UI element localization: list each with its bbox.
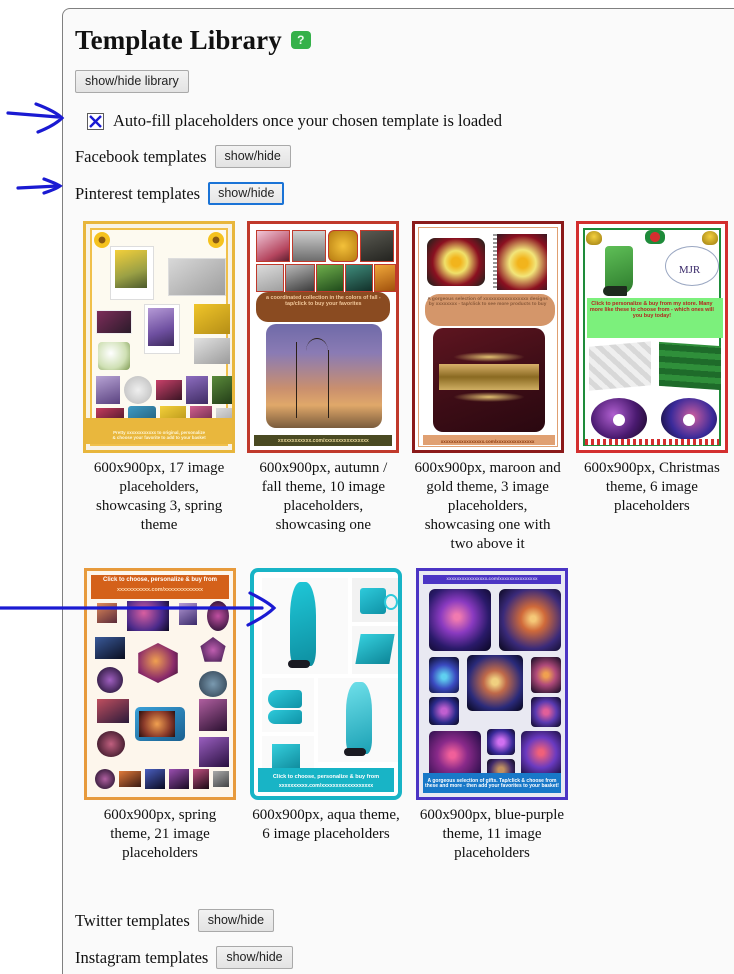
library-toggle-row: show/hide library xyxy=(75,70,734,93)
template-banner-text-autumn-10: a coordinated collection in the colors o… xyxy=(266,295,381,308)
template-url-strip-maroon-3: xxxxxxxxxxxxxxxxx.com/xxxxxxxxxxxxxxx xyxy=(440,438,535,444)
template-banner-subtext-spring-21: xxxxxxxxxxx.com/xxxxxxxxxxxxx xyxy=(116,587,204,593)
instagram-templates-row: Instagram templates show/hide xyxy=(75,946,734,969)
arrow-to-pinterest-button xyxy=(16,177,63,195)
facebook-templates-label: Facebook templates xyxy=(75,146,207,166)
template-thumbnail-maroon-3[interactable]: A gorgeous selection of xxxxxxxxxxxxxxxx… xyxy=(411,221,564,453)
template-thumbnail-spring-17[interactable]: Pretty xxxxxxxxxxxx to original, persona… xyxy=(83,221,236,453)
twitter-show-hide-button[interactable]: show/hide xyxy=(197,909,275,932)
page-header: Template Library ? xyxy=(75,27,734,54)
template-caption-christmas-6: 600x900px, Christmas theme, 6 image plac… xyxy=(583,460,720,514)
arrow-to-autofill-checkbox xyxy=(6,102,65,134)
help-icon[interactable]: ? xyxy=(290,31,311,49)
template-card-blue-purple-11[interactable]: xxxxxxxxxxxxxxxx.com/xxxxxxxxxxxxxxx A g… xyxy=(409,568,575,863)
template-card-aqua-6[interactable]: Click to choose, personalize & buy from … xyxy=(243,568,409,863)
template-caption-blue-purple-11: 600x900px, blue-purple theme, 11 image p… xyxy=(419,807,565,861)
pinterest-show-hide-button[interactable]: show/hide xyxy=(208,182,285,205)
template-banner-text-spring-17: Pretty xxxxxxxxxxxx to original, persona… xyxy=(112,430,206,441)
template-grid-row-1: Pretty xxxxxxxxxxxx to original, persona… xyxy=(77,221,734,554)
instagram-templates-label: Instagram templates xyxy=(75,947,209,967)
template-thumbnail-christmas-6[interactable]: MJR Click to personalize & buy from my s… xyxy=(575,221,728,453)
twitter-templates-label: Twitter templates xyxy=(75,910,190,930)
autofill-row: Auto-fill placeholders once your chosen … xyxy=(87,111,734,131)
template-thumbnail-autumn-10[interactable]: a coordinated collection in the colors o… xyxy=(247,221,400,453)
template-banner-subtext-aqua-6: xxxxxxxxxx.com/xxxxxxxxxxxxxxxxxx xyxy=(278,783,374,790)
template-url-strip-autumn-10: xxxxxxxxxxxx.com/xxxxxxxxxxxxxxxx xyxy=(277,437,369,444)
template-card-christmas-6[interactable]: MJR Click to personalize & buy from my s… xyxy=(570,221,734,554)
autofill-checkbox[interactable] xyxy=(87,112,104,130)
show-hide-library-button[interactable]: show/hide library xyxy=(75,70,189,93)
template-caption-spring-21: 600x900px, spring theme, 21 image placeh… xyxy=(103,807,217,861)
template-caption-aqua-6: 600x900px, aqua theme, 6 image placehold… xyxy=(252,807,400,842)
template-banner-text-maroon-3: A gorgeous selection of xxxxxxxxxxxxxxxx… xyxy=(427,297,548,308)
facebook-templates-row: Facebook templates show/hide xyxy=(75,145,734,168)
template-card-spring-21[interactable]: Click to choose, personalize & buy from … xyxy=(77,568,243,863)
instagram-show-hide-button[interactable]: show/hide xyxy=(216,946,293,969)
template-thumbnail-blue-purple-11[interactable]: xxxxxxxxxxxxxxxx.com/xxxxxxxxxxxxxxx A g… xyxy=(416,568,568,800)
template-card-spring-17[interactable]: Pretty xxxxxxxxxxxx to original, persona… xyxy=(77,221,241,554)
template-banner-text-christmas-6: Click to personalize & buy from my store… xyxy=(589,301,714,320)
page-title: Template Library xyxy=(75,25,282,55)
template-banner-text-spring-21: Click to choose, personalize & buy from xyxy=(102,577,218,583)
template-caption-autumn-10: 600x900px, autumn / fall theme, 10 image… xyxy=(259,460,388,533)
template-card-autumn-10[interactable]: a coordinated collection in the colors o… xyxy=(241,221,405,554)
template-thumbnail-aqua-6[interactable]: Click to choose, personalize & buy from … xyxy=(250,568,402,800)
template-library-panel: Template Library ? show/hide library Aut… xyxy=(62,8,734,974)
bottom-network-rows: Twitter templates show/hide Instagram te… xyxy=(73,909,734,969)
template-card-maroon-3[interactable]: A gorgeous selection of xxxxxxxxxxxxxxxx… xyxy=(406,221,570,554)
template-url-strip-blue-purple-11: xxxxxxxxxxxxxxxx.com/xxxxxxxxxxxxxxx xyxy=(446,576,538,581)
pinterest-templates-row: Pinterest templates show/hide xyxy=(75,182,734,205)
template-caption-spring-17: 600x900px, 17 image placeholders, showca… xyxy=(93,460,225,533)
pinterest-template-grid: Pretty xxxxxxxxxxxx to original, persona… xyxy=(77,221,734,863)
checkbox-x-icon xyxy=(89,114,102,128)
pinterest-templates-label: Pinterest templates xyxy=(75,183,201,203)
autofill-label: Auto-fill placeholders once your chosen … xyxy=(113,111,502,130)
facebook-show-hide-button[interactable]: show/hide xyxy=(214,145,291,168)
template-grid-row-2: Click to choose, personalize & buy from … xyxy=(77,568,734,863)
twitter-templates-row: Twitter templates show/hide xyxy=(75,909,734,932)
template-caption-maroon-3: 600x900px, maroon and gold theme, 3 imag… xyxy=(414,460,561,552)
template-banner-text-aqua-6: Click to choose, personalize & buy from xyxy=(272,773,380,780)
template-banner-text-blue-purple-11: A gorgeous selection of gifts. Tap/click… xyxy=(425,777,559,790)
template-thumbnail-spring-21[interactable]: Click to choose, personalize & buy from … xyxy=(84,568,236,800)
